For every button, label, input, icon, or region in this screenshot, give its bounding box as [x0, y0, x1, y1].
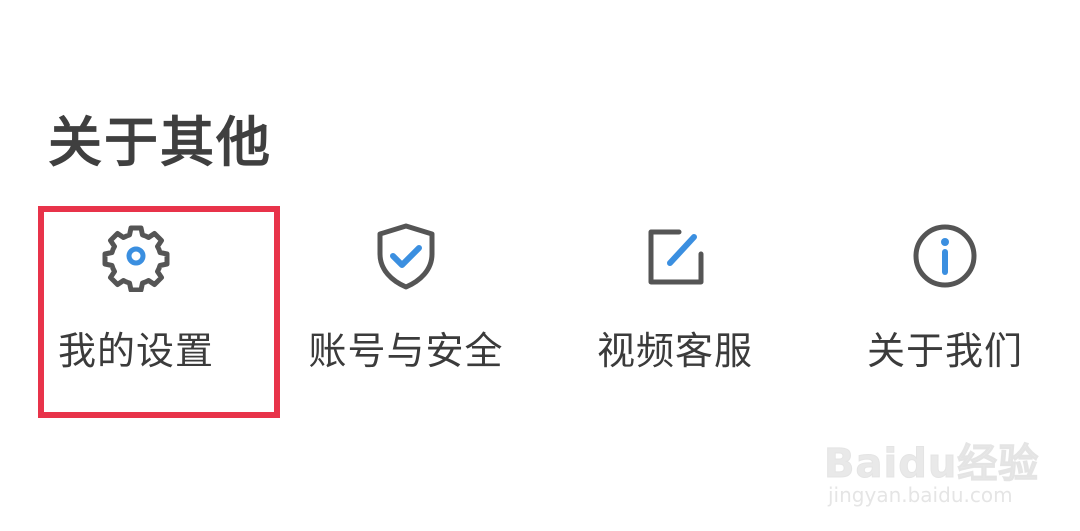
- account-security-button[interactable]: 账号与安全: [286, 220, 526, 390]
- tile-grid: 我的设置 账号与安全 视频客服 关于我们: [0, 220, 1080, 390]
- video-service-button[interactable]: 视频客服: [555, 220, 795, 390]
- watermark-url: jingyan.baidu.com: [828, 483, 1013, 507]
- shield-check-icon: [370, 220, 442, 292]
- edit-icon: [639, 220, 711, 292]
- page: 关于其他 我的设置 账号与安全 视频客服 关于我们 Baidu经验 jingya…: [0, 0, 1080, 531]
- my-settings-label: 我的设置: [57, 329, 214, 373]
- account-security-label: 账号与安全: [308, 329, 504, 373]
- watermark-brand: Baidu经验: [823, 441, 1040, 488]
- watermark: Baidu经验 jingyan.baidu.com: [823, 421, 1038, 511]
- video-service-label: 视频客服: [596, 329, 753, 373]
- about-us-button[interactable]: 关于我们: [825, 220, 1065, 390]
- info-icon: [909, 220, 981, 292]
- section-title: 关于其他: [48, 111, 272, 174]
- my-settings-button[interactable]: 我的设置: [16, 220, 256, 390]
- gear-icon: [100, 220, 172, 292]
- about-us-label: 关于我们: [866, 329, 1023, 373]
